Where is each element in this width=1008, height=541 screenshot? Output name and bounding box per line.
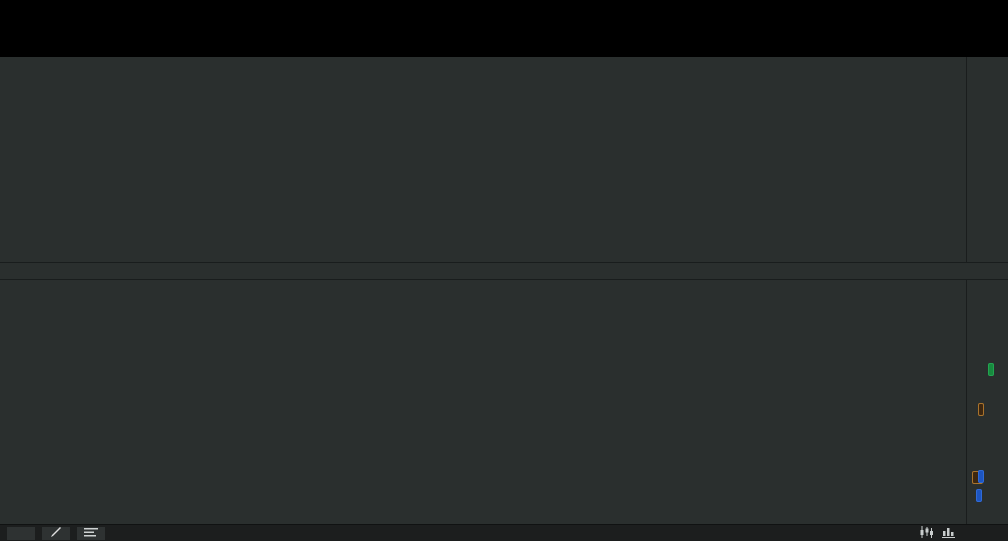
adx-panel-chart[interactable] (0, 468, 966, 490)
volume-panel-chart[interactable] (0, 278, 966, 372)
candlestick-chart-icon[interactable] (919, 525, 934, 541)
time-axis[interactable] (0, 262, 1008, 280)
bottom-toolbar (0, 524, 1008, 541)
rsi-panel-chart[interactable] (0, 372, 966, 468)
bar-chart-icon[interactable] (942, 525, 956, 541)
adx-value-label (978, 470, 984, 483)
pencil-icon (50, 527, 62, 541)
trading-app-window (0, 0, 1008, 541)
top-banner (0, 0, 1008, 57)
close-volume-button[interactable] (987, 283, 997, 293)
macd-panel-chart[interactable] (0, 490, 966, 524)
draw-button[interactable] (42, 527, 70, 540)
list-icon (84, 527, 98, 540)
indicators-button[interactable] (77, 527, 105, 540)
close-macd-button[interactable] (987, 501, 997, 511)
close-adx-button[interactable] (990, 471, 1000, 481)
toolbar-right-group (919, 525, 1008, 541)
info-button[interactable] (7, 527, 35, 540)
volume-last-badge (988, 363, 994, 376)
macd-value-label (976, 489, 982, 502)
rsi-value-label (978, 403, 984, 416)
close-rsi-button[interactable] (987, 381, 997, 391)
main-price-chart[interactable] (0, 57, 966, 262)
